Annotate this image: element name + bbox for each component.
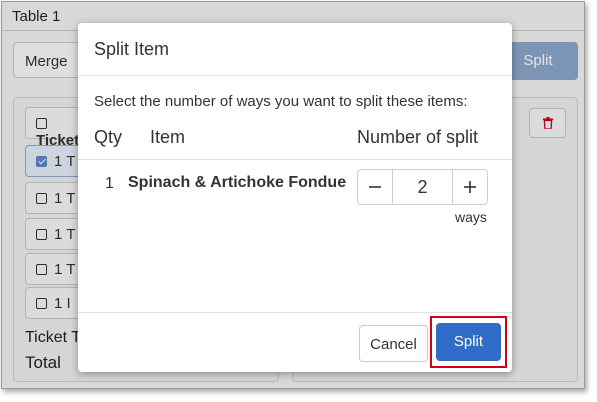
decrement-button[interactable]	[358, 170, 392, 204]
cancel-button[interactable]: Cancel	[359, 325, 428, 362]
column-header-item: Item	[150, 127, 186, 147]
column-header-split: Number of split	[357, 127, 479, 147]
dialog-header-divider	[78, 75, 512, 76]
minus-icon	[369, 186, 381, 188]
dialog-footer-divider	[78, 312, 512, 313]
split-unit-label: ways	[455, 209, 487, 225]
split-count-value[interactable]: 2	[392, 170, 453, 204]
increment-button[interactable]	[453, 170, 487, 204]
split-count-stepper[interactable]: 2	[357, 169, 488, 205]
column-header-qty: Qty	[94, 127, 123, 147]
plus-icon	[464, 181, 476, 193]
item-qty: 1	[105, 175, 114, 192]
split-confirm-button[interactable]: Split	[436, 323, 501, 361]
table-window: Table 1 Merge Split Ticket 1 T 1 T 1 T 1…	[1, 1, 585, 389]
table-header-divider	[78, 159, 512, 160]
dialog-instruction: Select the number of ways you want to sp…	[94, 93, 468, 110]
item-name: Spinach & Artichoke Fondue	[128, 174, 347, 191]
dialog-title: Split Item	[94, 39, 170, 59]
